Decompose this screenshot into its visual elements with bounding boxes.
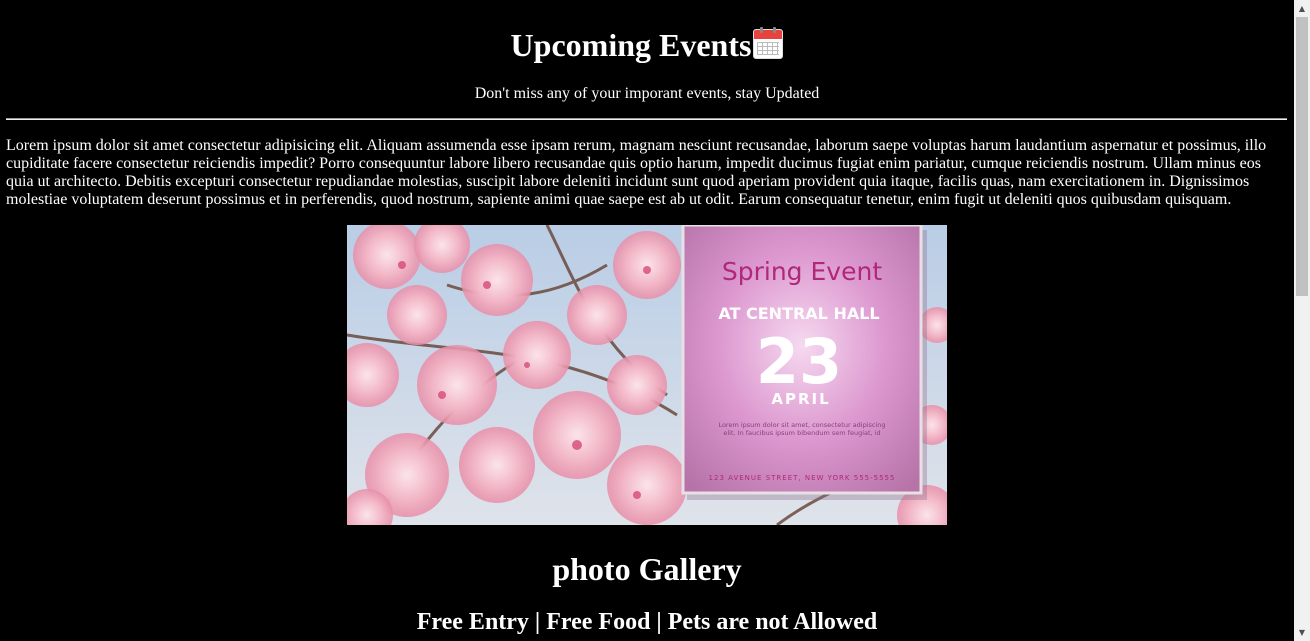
- intro-paragraph: Lorem ipsum dolor sit amet consectetur a…: [6, 137, 1267, 208]
- vertical-scrollbar[interactable]: ▲ ▼: [1294, 0, 1310, 641]
- divider: [6, 118, 1287, 120]
- event-banner-image: Spring Event AT CENTRAL HALL 23 APRIL Lo…: [347, 225, 947, 525]
- page: Upcoming Events Don't miss any of your i…: [0, 0, 1294, 641]
- calendar-icon: [753, 27, 784, 59]
- scroll-up-arrow-icon[interactable]: ▲: [1294, 0, 1310, 17]
- scroll-down-arrow-icon[interactable]: ▼: [1294, 624, 1310, 641]
- scrollbar-thumb[interactable]: [1296, 17, 1308, 296]
- page-title: Upcoming Events: [510, 27, 752, 63]
- event-info-line: Free Entry | Free Food | Pets are not Al…: [416, 609, 878, 635]
- page-header: Upcoming Events: [0, 26, 1294, 64]
- poster-month: APRIL: [771, 390, 830, 408]
- poster-blurb: Lorem ipsum dolor sit amet, consectetur …: [718, 421, 886, 437]
- page-subtitle: Don't miss any of your imporant events, …: [474, 85, 820, 102]
- poster-event-name: Spring Event: [722, 257, 882, 286]
- poster-venue: AT CENTRAL HALL: [718, 304, 879, 323]
- gallery-title: photo Gallery: [552, 551, 742, 587]
- poster-address: 123 AVENUE STREET, NEW YORK 555-5555: [709, 474, 896, 482]
- poster-day: 23: [756, 325, 842, 398]
